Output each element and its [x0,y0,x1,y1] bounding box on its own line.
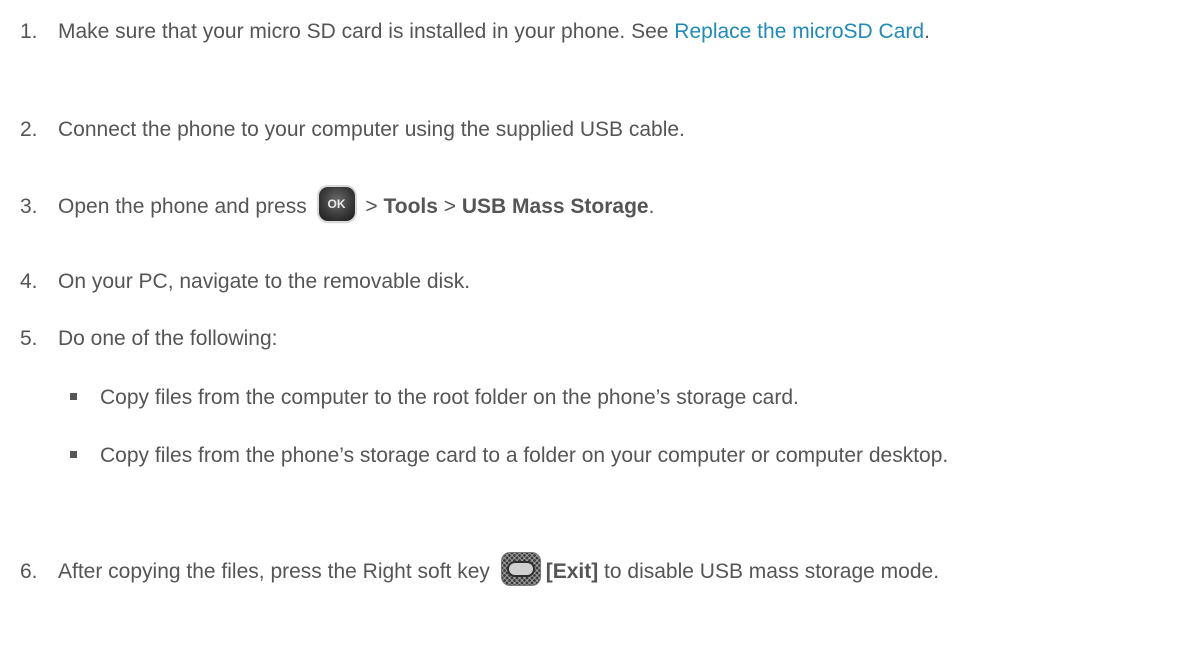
step-3-text: Open the phone and press [58,195,313,218]
sub-bullet-text: Copy files from the phone’s storage card… [100,444,949,467]
bullet-icon [70,451,77,458]
menu-item-usb-mass-storage: USB Mass Storage [461,195,649,218]
ok-key-icon: OK [318,187,355,222]
step-number: 1. [20,20,38,43]
step-5-text: Do one of the following: [58,327,278,350]
exit-key-label: [Exit] [545,560,599,583]
step-6-text-end: to disable USB mass storage mode. [598,560,940,583]
step-number: 2. [20,118,38,141]
step-1-period: . [924,20,930,43]
step-2-text: Connect the phone to your computer using… [58,118,685,141]
right-soft-key-icon [501,553,540,586]
step-number: 3. [20,195,38,218]
step-text: Make sure that your micro SD card is ins… [58,17,1188,46]
step-number: 6. [20,560,38,583]
step-text: Open the phone and press OK > Tools > US… [58,187,1198,222]
step-number: 5. [20,327,38,350]
menu-separator: > [437,195,462,218]
menu-separator: > [359,195,384,218]
step-text: After copying the files, press the Right… [58,553,1194,586]
step-1-text: Make sure that your micro SD card is ins… [58,20,675,43]
step-4-text: On your PC, navigate to the removable di… [58,270,471,293]
step-6-text: After copying the files, press the Right… [58,560,496,583]
replace-microsd-card-link[interactable]: Replace the microSD Card [674,20,924,43]
step-3-period: . [648,195,655,218]
menu-item-tools: Tools [383,195,438,218]
sub-bullet-text: Copy files from the computer to the root… [100,386,799,409]
bullet-icon [70,393,77,400]
step-number: 4. [20,270,38,293]
